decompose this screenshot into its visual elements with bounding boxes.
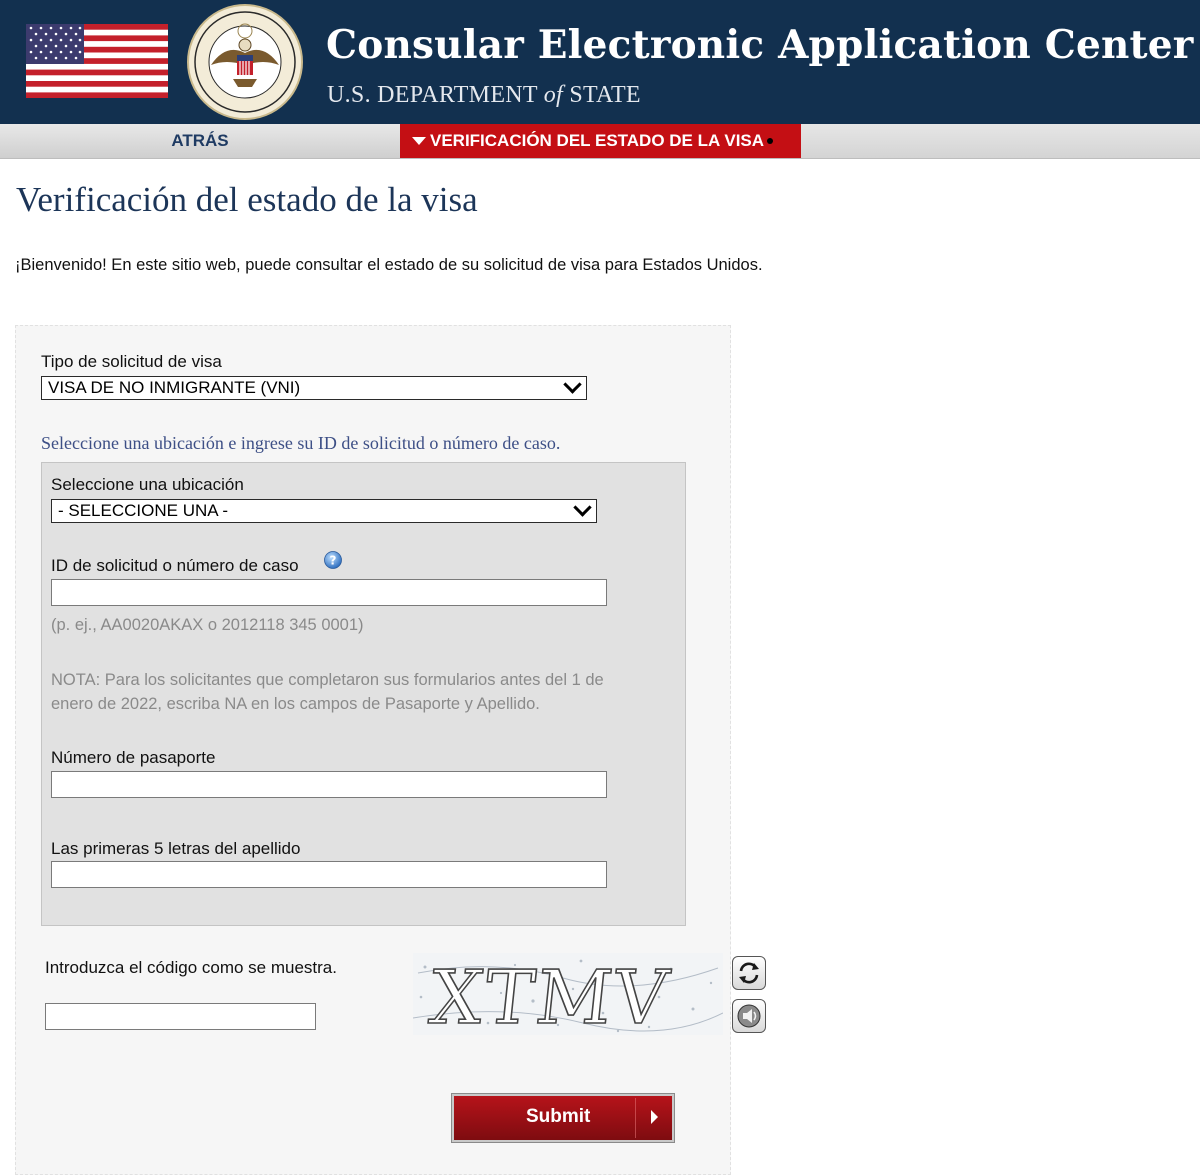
nav-bar: ATRÁS VERIFICACIÓN DEL ESTADO DE LA VISA: [0, 124, 1200, 159]
welcome-text: ¡Bienvenido! En este sitio web, puede co…: [15, 256, 763, 274]
note-line-1: NOTA: Para los solicitantes que completa…: [51, 671, 604, 689]
us-flag-icon: [26, 24, 168, 98]
submit-label: Submit: [526, 1106, 591, 1127]
chevron-down-icon: [563, 375, 582, 394]
captcha-input[interactable]: [45, 1003, 316, 1030]
arrow-right-icon: [651, 1110, 658, 1124]
passport-input[interactable]: [51, 771, 607, 798]
case-id-example: (p. ej., AA0020AKAX o 2012118 345 0001): [51, 616, 364, 634]
visa-type-select[interactable]: VISA DE NO INMIGRANTE (VNI): [41, 375, 587, 400]
nav-item-label: VERIFICACIÓN DEL ESTADO DE LA VISA: [430, 131, 765, 150]
site-header: Consular Electronic Application Center U…: [0, 0, 1200, 124]
caret-down-icon: [412, 137, 426, 145]
note-line-2: enero de 2022, escriba NA en los campos …: [51, 695, 540, 713]
department-name: U.S. DEPARTMENT of STATE: [327, 82, 641, 108]
surname-input[interactable]: [51, 861, 607, 888]
case-id-input[interactable]: [51, 579, 607, 606]
audio-captcha-button[interactable]: [732, 999, 766, 1033]
visa-type-value: VISA DE NO INMIGRANTE (VNI): [48, 378, 301, 397]
captcha-label: Introduzca el código como se muestra.: [45, 958, 337, 977]
page-title: Verificación del estado de la visa: [16, 180, 478, 219]
passport-label: Número de pasaporte: [51, 748, 216, 767]
nav-item-visa-status[interactable]: VERIFICACIÓN DEL ESTADO DE LA VISA: [400, 124, 801, 158]
location-value: - SELECCIONE UNA -: [58, 501, 229, 520]
submit-button[interactable]: Submit: [452, 1094, 674, 1142]
refresh-icon: [739, 962, 759, 984]
help-icon[interactable]: ?: [324, 551, 342, 569]
back-link[interactable]: ATRÁS: [0, 124, 400, 158]
department-seal-icon: [186, 3, 304, 121]
refresh-captcha-button[interactable]: [732, 956, 766, 990]
svg-text:?: ?: [330, 554, 337, 568]
captcha-image: XTMV: [412, 953, 724, 1042]
speaker-icon: [737, 1004, 761, 1028]
location-select[interactable]: - SELECCIONE UNA -: [51, 498, 597, 523]
case-id-label: ID de solicitud o número de caso: [51, 556, 299, 575]
visa-type-label: Tipo de solicitud de visa: [41, 352, 222, 371]
surname-label: Las primeras 5 letras del apellido: [51, 839, 301, 858]
captcha-text: XTMV: [426, 955, 674, 1035]
location-instruction: Seleccione una ubicación e ingrese su ID…: [41, 433, 561, 453]
bullet-icon: [767, 138, 774, 144]
location-label: Seleccione una ubicación: [51, 475, 244, 494]
app-title: Consular Electronic Application Center: [326, 22, 1194, 68]
chevron-down-icon: [573, 498, 592, 517]
submit-divider: [635, 1098, 636, 1138]
back-link-label: ATRÁS: [171, 131, 229, 150]
